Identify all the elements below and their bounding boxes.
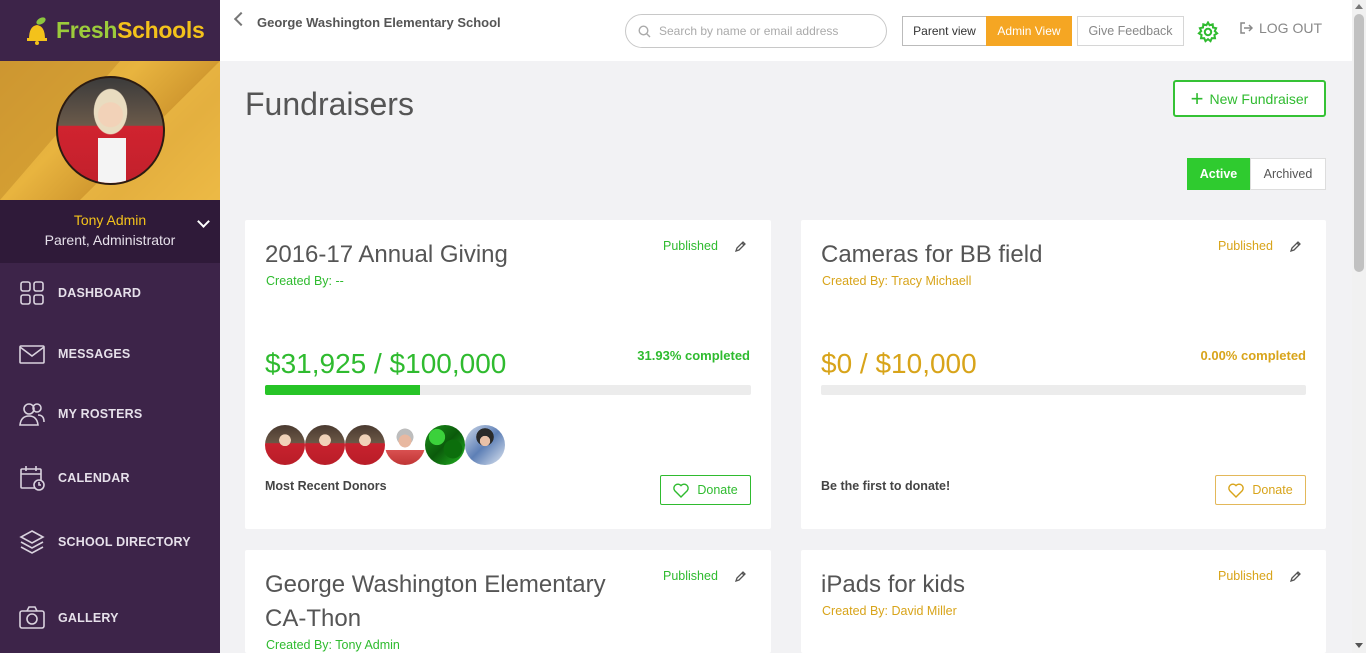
donate-button[interactable]: Donate [660,475,751,505]
heart-icon [673,482,690,498]
progress-bar-fill [265,385,421,395]
sidebar-item-gallery[interactable]: GALLERY [0,593,220,643]
dashboard-icon [20,281,44,305]
school-name: George Washington Elementary School [257,15,501,30]
edit-pencil-icon[interactable] [1289,570,1302,583]
donor-avatar[interactable] [425,425,465,465]
fundraiser-card[interactable]: George Washington Elementary CA-Thon Pub… [245,550,771,653]
new-fundraiser-button[interactable]: + New Fundraiser [1173,80,1326,117]
envelope-icon [19,345,45,364]
scrollbar-thumb[interactable] [1354,14,1364,272]
logout-button[interactable]: LOG OUT [1239,20,1322,36]
back-arrow-icon[interactable] [233,11,249,27]
status-badge: Published [663,569,718,583]
fundraiser-card[interactable]: Cameras for BB field Published Created B… [801,220,1326,529]
fundraiser-title[interactable]: iPads for kids [821,568,965,602]
donor-avatar[interactable] [305,425,345,465]
user-menu[interactable]: Tony Admin Parent, Administrator [0,200,220,263]
plus-icon: + [1190,85,1204,111]
scroll-up-arrow[interactable] [1355,4,1363,9]
sidebar-item-my-rosters[interactable]: MY ROSTERS [0,389,220,439]
completed-percent: 31.93% completed [637,348,750,363]
progress-bar [265,385,751,395]
status-badge: Published [1218,569,1273,583]
donate-label: Donate [1252,483,1293,497]
parent-view-button[interactable]: Parent view [902,16,987,46]
sidebar-item-dashboard[interactable]: DASHBOARD [0,268,220,318]
sidebar-item-messages[interactable]: MESSAGES [0,329,220,379]
fundraiser-card[interactable]: 2016-17 Annual Giving Published Created … [245,220,771,529]
brand-schools: Schools [117,17,205,43]
sidebar-item-label: CALENDAR [58,471,130,485]
status-badge: Published [1218,239,1273,253]
logout-label: LOG OUT [1259,20,1323,36]
search-icon [638,24,651,37]
sidebar-item-label: MESSAGES [58,347,131,361]
sidebar-item-label: MY ROSTERS [58,407,143,421]
donor-avatar[interactable] [265,425,305,465]
camera-icon [19,606,45,629]
created-by: Created By: Tony Admin [266,638,400,652]
most-recent-donors-label: Most Recent Donors [265,479,387,493]
donate-label: Donate [697,483,738,497]
donor-avatar[interactable] [465,425,505,465]
brand-fresh: Fresh [56,17,118,43]
first-donor-prompt: Be the first to donate! [821,479,951,493]
tab-active[interactable]: Active [1187,158,1250,190]
status-badge: Published [663,239,718,253]
progress-bar [821,385,1306,395]
sidebar-item-school-directory[interactable]: SCHOOL DIRECTORY [0,517,220,567]
page-title: Fundraisers [245,86,414,122]
fundraiser-amount: $0 / $10,000 [821,348,977,379]
sidebar: FreshSchools Tony Admin Parent, Administ… [0,0,220,653]
edit-pencil-icon[interactable] [1289,240,1302,253]
user-role: Parent, Administrator [44,232,176,248]
fundraiser-amount: $31,925 / $100,000 [265,348,507,379]
edit-pencil-icon[interactable] [734,570,747,583]
sidebar-item-label: DASHBOARD [58,286,142,300]
give-feedback-button[interactable]: Give Feedback [1077,16,1184,46]
layers-icon [19,530,45,554]
users-icon [19,403,45,426]
fundraiser-title[interactable]: 2016-17 Annual Giving [265,238,508,272]
donor-avatar[interactable] [345,425,385,465]
new-fundraiser-label: New Fundraiser [1209,90,1309,107]
tab-archived[interactable]: Archived [1250,158,1326,190]
heart-icon [1228,482,1245,498]
edit-pencil-icon[interactable] [734,240,747,253]
created-by: Created By: -- [266,274,344,288]
search-input[interactable] [659,24,859,38]
fundraiser-title-line-1: George Washington Elementary [265,571,606,598]
fundraiser-title[interactable]: Cameras for BB field [821,238,1042,272]
completed-percent: 0.00% completed [1200,348,1307,363]
sidebar-item-label: SCHOOL DIRECTORY [58,535,191,549]
fundraiser-title[interactable]: George Washington Elementary CA-Thon [265,568,606,636]
calendar-icon [20,466,45,491]
gear-icon[interactable] [1197,21,1219,43]
logout-icon [1240,22,1253,34]
fundraiser-title-line-2: CA-Thon [265,605,362,632]
scroll-down-arrow[interactable] [1355,643,1363,648]
donor-avatars [265,425,505,465]
donate-button[interactable]: Donate [1215,475,1306,505]
logo[interactable]: FreshSchools [0,0,220,61]
profile-banner [0,61,220,200]
admin-view-button[interactable]: Admin View [986,16,1072,46]
bell-logo-icon [27,16,47,45]
fundraiser-card[interactable]: iPads for kids Published Created By: Dav… [801,550,1326,653]
created-by: Created By: David Miller [822,604,957,618]
profile-avatar[interactable] [56,76,165,185]
top-bar: George Washington Elementary School Pare… [220,0,1352,61]
sidebar-item-calendar[interactable]: CALENDAR [0,453,220,503]
user-name: Tony Admin [73,212,147,228]
created-by: Created By: Tracy Michaell [822,274,972,288]
search-box[interactable] [625,14,887,48]
sidebar-item-label: GALLERY [58,611,119,625]
donor-avatar[interactable] [385,425,425,465]
